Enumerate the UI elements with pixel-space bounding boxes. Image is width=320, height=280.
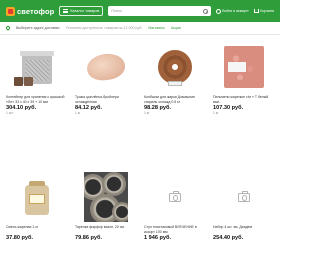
product-card[interactable]: Колбаски для жарки Домашние спираль охла…	[144, 42, 205, 172]
search-input[interactable]: Поиск	[108, 6, 211, 16]
product-price: 37.80 руб.	[6, 235, 34, 241]
delivery-note: Уточняем доступность товаров на 12 000 р…	[65, 26, 143, 30]
camera-placeholder-icon	[237, 191, 250, 202]
product-card[interactable]: Набор 4 шт. эм. Диадем 254.40 руб.	[213, 172, 274, 280]
delivery-bar: Выберите адрес доставки Уточняем доступн…	[0, 22, 280, 35]
site-logo[interactable]: светофор	[6, 6, 55, 16]
dumplings-bag-image	[223, 46, 264, 88]
product-image[interactable]	[6, 172, 67, 222]
traffic-light-logo-icon	[6, 6, 15, 16]
catalog-button[interactable]: Каталог товаров	[59, 6, 104, 16]
product-name[interactable]: Пельмени жареные т/м « Т белый вып.	[213, 95, 274, 104]
promotions-link[interactable]: Акции	[171, 26, 181, 30]
product-image[interactable]	[144, 172, 205, 222]
small-box-image	[24, 77, 33, 86]
location-pin-icon	[5, 25, 11, 31]
menu-icon	[63, 9, 69, 13]
plates-image	[83, 172, 128, 222]
product-price: 254.40 руб.	[213, 235, 244, 241]
product-tag-image	[167, 81, 182, 86]
small-box-image	[14, 77, 23, 86]
chicken-image	[84, 51, 127, 83]
login-button[interactable]: Войти в аккаунт	[215, 8, 249, 14]
product-unit: 1 шт	[6, 111, 13, 115]
search-placeholder: Поиск	[111, 9, 122, 13]
product-card[interactable]: Стул пластиковый ВЛЕЧЕНИЕ в ассорт 100 м…	[144, 172, 205, 280]
product-card[interactable]: Тушка цыплёнка-бройлера охлаждённая 84.1…	[75, 42, 136, 172]
catalog-button-label: Каталог товаров	[70, 9, 100, 13]
login-label: Войти в аккаунт	[222, 9, 249, 13]
product-grid: Контейнер для хранения с крышкой «Ле» 33…	[0, 35, 280, 280]
product-unit: 1 кг	[144, 111, 150, 115]
product-price: 1 946 руб.	[144, 235, 172, 241]
cart-button[interactable]: Корзина	[253, 9, 274, 13]
product-image[interactable]	[213, 42, 274, 92]
cart-label: Корзина	[260, 9, 274, 13]
delivery-address-link[interactable]: Выберите адрес доставки	[16, 26, 59, 30]
product-name[interactable]: Тушка цыплёнка-бройлера охлаждённая	[75, 95, 136, 104]
product-image[interactable]	[213, 172, 274, 222]
product-card[interactable]: Контейнер для хранения с крышкой «Ле» 33…	[6, 42, 67, 172]
product-unit: 1 кг	[75, 111, 81, 115]
product-name[interactable]: Стул пластиковый ВЛЕЧЕНИЕ в ассорт 100 м…	[144, 225, 205, 234]
product-image[interactable]	[144, 42, 205, 92]
product-name[interactable]: Тарелка фарфор вазон, 20 см.	[75, 225, 136, 234]
search-icon[interactable]	[202, 8, 208, 14]
product-image[interactable]	[6, 42, 67, 92]
stores-link[interactable]: Магазины	[148, 26, 164, 30]
cart-icon	[253, 9, 259, 13]
sausage-coil-image	[157, 50, 192, 84]
product-card[interactable]: Тарелка фарфор вазон, 20 см. 79.86 руб.	[75, 172, 136, 280]
camera-placeholder-icon	[168, 191, 181, 202]
product-unit: 1 кг	[213, 111, 219, 115]
user-icon	[215, 8, 221, 14]
product-price: 79.86 руб.	[75, 235, 103, 241]
product-name[interactable]: Колбаски для жарки Домашние спираль охла…	[144, 95, 205, 104]
product-card[interactable]: Смесь жареная 1 кг 37.80 руб.	[6, 172, 67, 280]
logo-text: светофор	[17, 6, 55, 16]
product-name[interactable]: Смесь жареная 1 кг	[6, 225, 67, 234]
product-card[interactable]: Пельмени жареные т/м « Т белый вып. 107.…	[213, 42, 274, 172]
product-name[interactable]: Набор 4 шт. эм. Диадем	[213, 225, 274, 234]
product-image[interactable]	[75, 172, 136, 222]
food-sack-image	[24, 181, 49, 215]
product-name[interactable]: Контейнер для хранения с крышкой «Ле» 33…	[6, 95, 67, 104]
product-image[interactable]	[75, 42, 136, 92]
top-header: светофор Каталог товаров Поиск Войти в а…	[0, 0, 280, 22]
